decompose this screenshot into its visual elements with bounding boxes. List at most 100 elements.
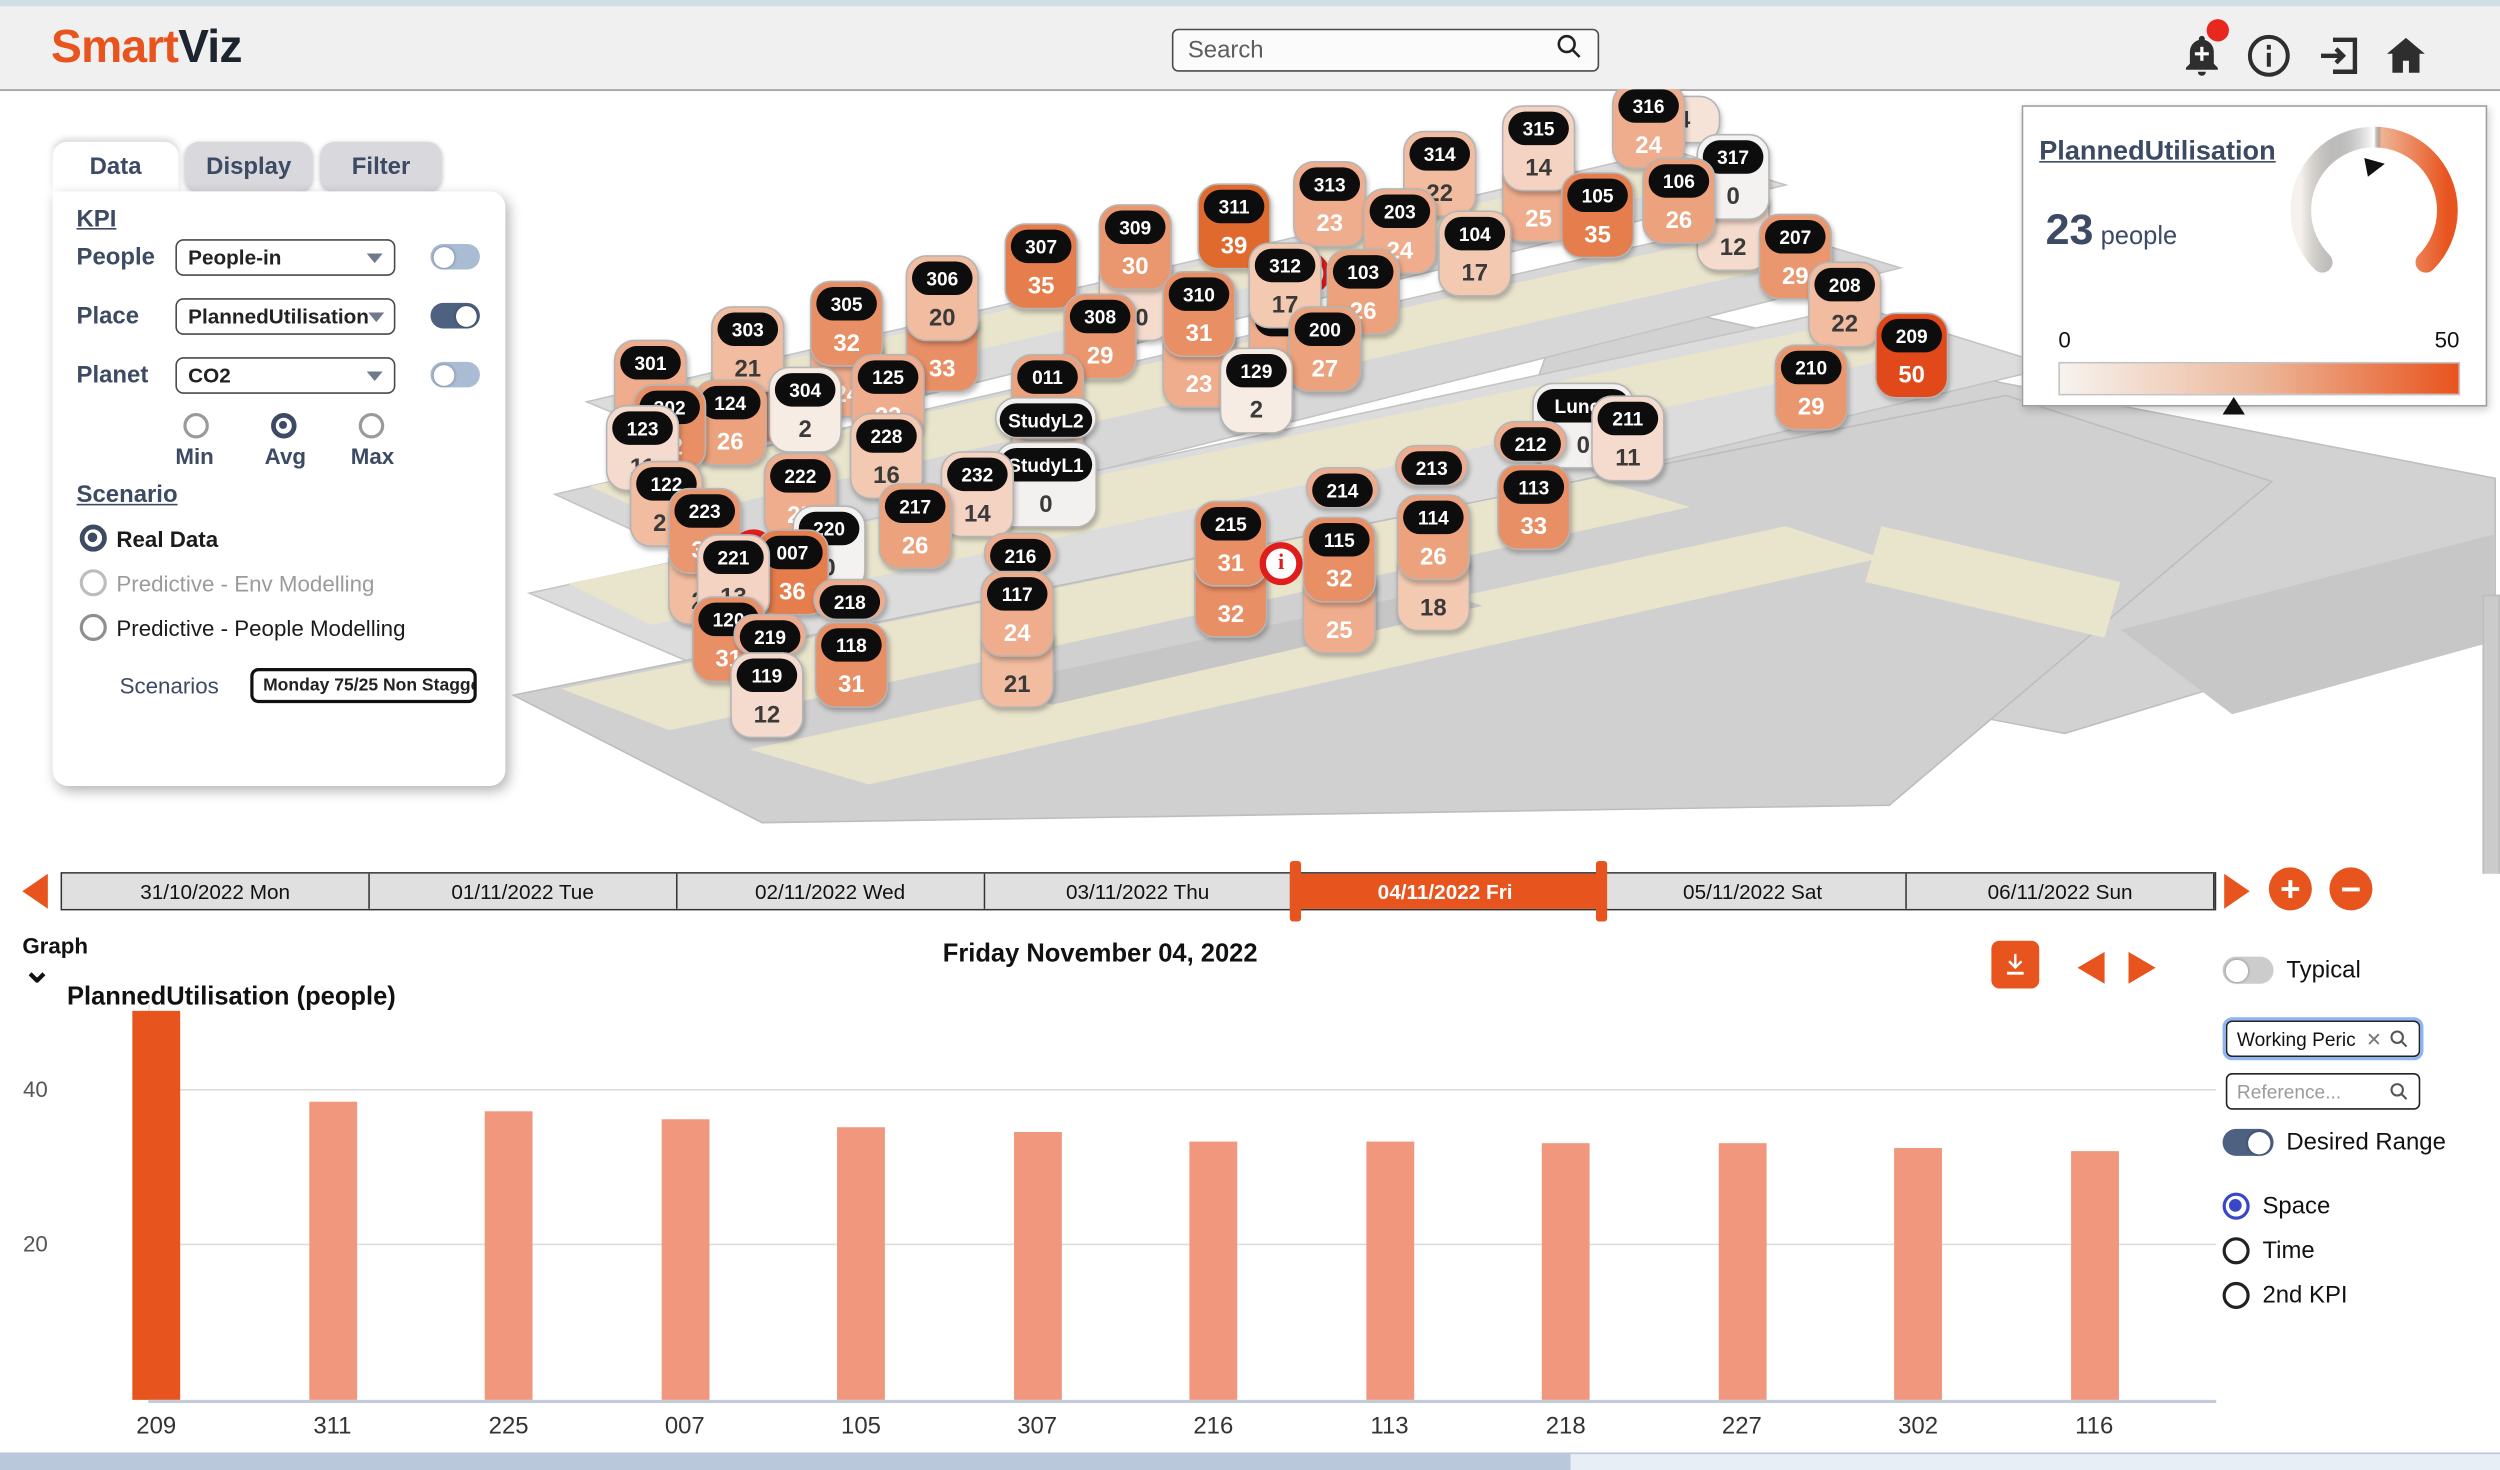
- scrollbar-thumb[interactable]: [0, 1454, 1570, 1470]
- room-value: 17: [1440, 250, 1510, 295]
- working-period-input[interactable]: Working Peric ✕: [2226, 1020, 2421, 1057]
- timeline-day-cell[interactable]: 03/11/2022 Thu: [985, 874, 1292, 909]
- download-button[interactable]: [1991, 941, 2039, 989]
- alert-info-icon[interactable]: i: [1260, 542, 1303, 585]
- room-badge[interactable]: 11912: [730, 652, 803, 738]
- mode-2ndkpi-radio[interactable]: [2223, 1282, 2250, 1309]
- search-icon: [2388, 1081, 2409, 1102]
- timeline-track[interactable]: 31/10/2022 Mon01/11/2022 Tue02/11/2022 W…: [61, 872, 2217, 910]
- room-badge[interactable]: 3093010: [1099, 204, 1172, 290]
- info-icon[interactable]: [2245, 32, 2293, 80]
- desired-range-toggle[interactable]: [2223, 1129, 2274, 1156]
- room-badge[interactable]: 20027: [1288, 306, 1361, 392]
- reference-input[interactable]: Reference...: [2226, 1073, 2421, 1110]
- room-badge[interactable]: 3062033: [906, 255, 979, 341]
- room-badge[interactable]: 3103123: [1162, 271, 1235, 357]
- bar-302[interactable]: [1894, 1148, 1942, 1400]
- mode-time-row: Time: [2223, 1237, 2315, 1264]
- gauge-scale-marker[interactable]: [2223, 397, 2245, 415]
- bar-225[interactable]: [485, 1112, 533, 1400]
- room-value: 2: [770, 407, 840, 452]
- map-scrollbar[interactable]: [2482, 595, 2500, 874]
- timeline-day-selected[interactable]: 04/11/2022 Fri: [1292, 874, 1599, 909]
- room-value: 22: [1810, 301, 1880, 346]
- room-badge[interactable]: 11333: [1497, 464, 1570, 550]
- timeline-day-cell[interactable]: 01/11/2022 Tue: [370, 874, 677, 909]
- bar-007[interactable]: [661, 1120, 709, 1400]
- room-badge[interactable]: 3042: [768, 367, 841, 453]
- y-tick-label: 20: [0, 1231, 48, 1257]
- home-icon[interactable]: [2382, 32, 2430, 80]
- room-value: 35: [1563, 212, 1633, 257]
- room-badge[interactable]: 1142618: [1397, 494, 1470, 580]
- room-number: 200: [1295, 313, 1356, 346]
- timeline-zoom-in-button[interactable]: +: [2269, 867, 2312, 910]
- timeline-handle-left[interactable]: [1289, 861, 1300, 922]
- room-badge[interactable]: 214: [1306, 467, 1379, 508]
- room-badge[interactable]: 21726: [879, 483, 952, 569]
- room-badge[interactable]: 218: [813, 579, 886, 620]
- mode-time-radio[interactable]: [2223, 1237, 2250, 1264]
- x-axis: [148, 1400, 2216, 1403]
- bar-218[interactable]: [1542, 1143, 1590, 1400]
- search-input[interactable]: Search: [1172, 29, 1599, 72]
- mode-space-radio[interactable]: [2223, 1193, 2250, 1220]
- room-badge[interactable]: 20950: [1875, 313, 1948, 399]
- room-badge[interactable]: 20822: [1808, 261, 1881, 347]
- room-badge[interactable]: 212: [1494, 421, 1567, 462]
- timeline-zoom-out-button[interactable]: −: [2329, 867, 2372, 910]
- typical-toggle[interactable]: [2223, 957, 2274, 984]
- graph-prev-icon[interactable]: [2077, 952, 2104, 984]
- search-placeholder: Search: [1188, 37, 1264, 64]
- bar-227[interactable]: [1718, 1143, 1766, 1400]
- room-badge[interactable]: 213: [1395, 445, 1468, 486]
- bar-216[interactable]: [1189, 1141, 1237, 1400]
- room-badge[interactable]: 1172421: [981, 571, 1054, 657]
- room-number: 216: [990, 539, 1051, 572]
- mode-2ndkpi-label: 2nd KPI: [2262, 1282, 2347, 1309]
- room-badge[interactable]: StudyL2: [995, 397, 1097, 438]
- bar-116[interactable]: [2070, 1151, 2118, 1400]
- room-badge[interactable]: 10626: [1642, 158, 1715, 244]
- room-badge[interactable]: 216: [984, 533, 1057, 574]
- bar-307[interactable]: [1013, 1132, 1061, 1400]
- room-number: 106: [1649, 164, 1710, 197]
- timeline-prev-icon[interactable]: [22, 874, 48, 909]
- horizontal-scrollbar[interactable]: [0, 1452, 2500, 1470]
- x-tick-label: 218: [1502, 1413, 1630, 1440]
- room-badge[interactable]: 1153225: [1303, 517, 1376, 603]
- bar-105[interactable]: [837, 1128, 885, 1400]
- timeline-next-icon[interactable]: [2224, 874, 2250, 909]
- room-badge[interactable]: 10535: [1561, 172, 1634, 258]
- timeline-day-cell[interactable]: 31/10/2022 Mon: [62, 874, 369, 909]
- bar-311[interactable]: [309, 1102, 357, 1400]
- mode-2ndkpi-row: 2nd KPI: [2223, 1282, 2348, 1309]
- logout-icon[interactable]: [2315, 32, 2363, 80]
- timeline-handle-right[interactable]: [1596, 861, 1607, 922]
- bar-113[interactable]: [1366, 1141, 1414, 1400]
- x-tick-label: 216: [1150, 1413, 1278, 1440]
- room-badge[interactable]: 11831: [815, 622, 888, 708]
- room-badge[interactable]: 21111: [1591, 395, 1664, 481]
- room-number: 103: [1333, 255, 1394, 288]
- room-badge[interactable]: 2153132: [1194, 501, 1267, 587]
- gauge-pointer: [2364, 154, 2386, 176]
- room-badge[interactable]: 10417: [1438, 210, 1511, 296]
- timeline-day-cell[interactable]: 05/11/2022 Sat: [1600, 874, 1907, 909]
- room-number: 314: [1409, 137, 1470, 170]
- room-badge[interactable]: 31323: [1293, 161, 1366, 247]
- x-tick-label: 311: [269, 1413, 397, 1440]
- room-badge[interactable]: 21029: [1775, 344, 1848, 430]
- gauge-value: 23 people: [2046, 206, 2178, 255]
- timeline-day-cell[interactable]: 02/11/2022 Wed: [677, 874, 984, 909]
- graph-collapse-chevron-icon[interactable]: ⌄: [22, 950, 51, 991]
- room-badge[interactable]: 219: [733, 614, 806, 655]
- graph-next-icon[interactable]: [2129, 952, 2156, 984]
- x-tick-label: 105: [797, 1413, 925, 1440]
- timeline-day-cell[interactable]: 06/11/2022 Sun: [1907, 874, 2214, 909]
- app-logo[interactable]: SmartViz: [51, 22, 242, 75]
- gauge-title[interactable]: PlannedUtilisation: [2039, 136, 2294, 168]
- clear-icon[interactable]: ✕: [2366, 1028, 2382, 1050]
- bar-209[interactable]: [132, 1011, 180, 1400]
- room-badge[interactable]: 1292: [1220, 348, 1293, 434]
